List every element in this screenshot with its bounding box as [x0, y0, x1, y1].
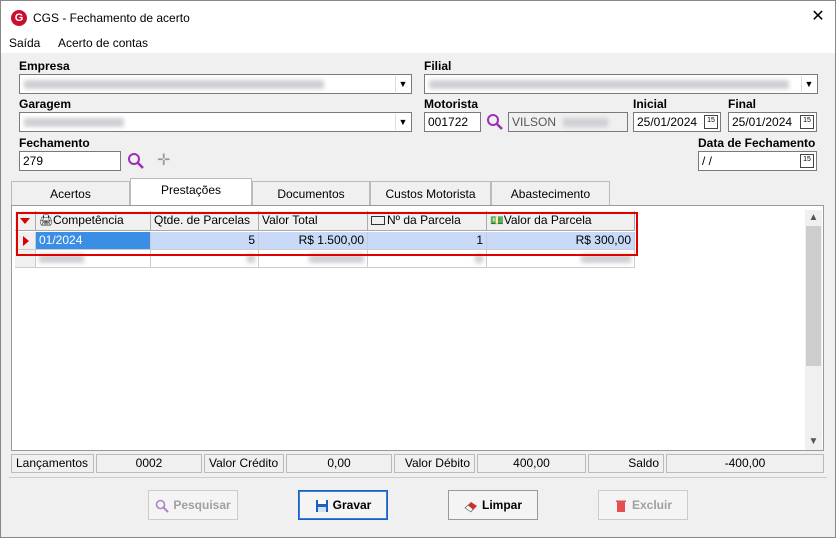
- chevron-down-icon[interactable]: ▼: [395, 76, 410, 92]
- pesquisar-label: Pesquisar: [173, 498, 231, 512]
- empresa-label: Empresa: [19, 59, 70, 73]
- debito-value: 400,00: [477, 454, 586, 473]
- vertical-scrollbar[interactable]: ▲ ▼: [805, 210, 822, 450]
- motorista-surname-redacted: [563, 118, 609, 128]
- chevron-down-icon[interactable]: ▼: [395, 114, 410, 130]
- gravar-label: Gravar: [332, 498, 372, 512]
- motorista-name-field: VILSON: [508, 112, 628, 132]
- credito-value: 0,00: [286, 454, 392, 473]
- garagem-select[interactable]: ▼: [19, 112, 412, 132]
- inicial-label: Inicial: [633, 97, 668, 111]
- fechamento-input[interactable]: 279: [19, 151, 121, 171]
- motorista-label: Motorista: [424, 97, 478, 111]
- menu-bar: Saída Acerto de contas: [1, 34, 835, 53]
- search-icon: [156, 499, 170, 513]
- action-bar: Pesquisar Gravar Limpar Excluir: [9, 477, 827, 532]
- inicial-date-input[interactable]: 25/01/2024 15: [633, 112, 721, 132]
- title-bar: G CGS - Fechamento de acerto ✕: [1, 1, 835, 34]
- main-window: G CGS - Fechamento de acerto ✕ Saída Ace…: [0, 0, 836, 538]
- search-icon[interactable]: [127, 152, 145, 170]
- chevron-down-icon[interactable]: ▼: [801, 76, 816, 92]
- calendar-icon[interactable]: 15: [800, 154, 814, 168]
- data-fechamento-input[interactable]: / / 15: [698, 151, 817, 171]
- close-button[interactable]: ✕: [805, 5, 831, 29]
- selection-highlight-box: [16, 212, 638, 256]
- plus-icon[interactable]: ✛: [157, 150, 170, 170]
- scroll-thumb[interactable]: [806, 226, 821, 366]
- motorista-name: VILSON: [512, 115, 557, 129]
- excluir-button[interactable]: Excluir: [598, 490, 688, 520]
- excluir-label: Excluir: [631, 498, 673, 512]
- filial-value-redacted: [429, 80, 789, 89]
- pesquisar-button[interactable]: Pesquisar: [148, 490, 238, 520]
- scroll-up-icon[interactable]: ▲: [805, 210, 822, 226]
- inicial-date-value: 25/01/2024: [637, 115, 698, 129]
- menu-acerto-de-contas[interactable]: Acerto de contas: [58, 36, 148, 50]
- garagem-value-redacted: [24, 118, 124, 127]
- limpar-button[interactable]: Limpar: [448, 490, 538, 520]
- fechamento-label: Fechamento: [19, 136, 90, 150]
- tab-custos-motorista[interactable]: Custos Motorista: [370, 181, 491, 205]
- calendar-icon[interactable]: 15: [704, 115, 718, 129]
- motorista-code-input[interactable]: 001722: [424, 112, 481, 132]
- limpar-label: Limpar: [481, 498, 522, 512]
- lancamentos-label: Lançamentos: [11, 454, 94, 473]
- final-date-input[interactable]: 25/01/2024 15: [728, 112, 817, 132]
- eraser-icon: [464, 501, 477, 513]
- menu-saida[interactable]: Saída: [9, 36, 40, 50]
- window-title: CGS - Fechamento de acerto: [33, 11, 190, 25]
- saldo-label: Saldo: [588, 454, 664, 473]
- prestacoes-panel: 🖨Competência Qtde. de Parcelas Valor Tot…: [11, 205, 824, 451]
- final-label: Final: [728, 97, 757, 111]
- scroll-down-icon[interactable]: ▼: [805, 434, 822, 450]
- data-fechamento-label: Data de Fechamento: [698, 136, 816, 150]
- empresa-select[interactable]: ▼: [19, 74, 412, 94]
- tab-prestacoes[interactable]: Prestações: [130, 178, 252, 206]
- tab-documentos[interactable]: Documentos: [252, 181, 370, 205]
- filial-label: Filial: [424, 59, 452, 73]
- trash-icon: [615, 500, 626, 512]
- garagem-label: Garagem: [19, 97, 72, 111]
- tab-acertos[interactable]: Acertos: [11, 181, 130, 205]
- data-fechamento-value: / /: [702, 154, 713, 168]
- lancamentos-value: 0002: [96, 454, 202, 473]
- save-icon: [315, 499, 328, 512]
- calendar-icon[interactable]: 15: [800, 115, 814, 129]
- gravar-button[interactable]: Gravar: [298, 490, 388, 520]
- empresa-value-redacted: [24, 80, 324, 89]
- final-date-value: 25/01/2024: [732, 115, 793, 129]
- app-logo-icon: G: [11, 10, 27, 26]
- saldo-value: -400,00: [666, 454, 824, 473]
- search-icon[interactable]: [486, 113, 504, 131]
- credito-label: Valor Crédito: [204, 454, 284, 473]
- tab-abastecimento[interactable]: Abastecimento: [491, 181, 610, 205]
- debito-label: Valor Débito: [394, 454, 475, 473]
- filial-select[interactable]: ▼: [424, 74, 818, 94]
